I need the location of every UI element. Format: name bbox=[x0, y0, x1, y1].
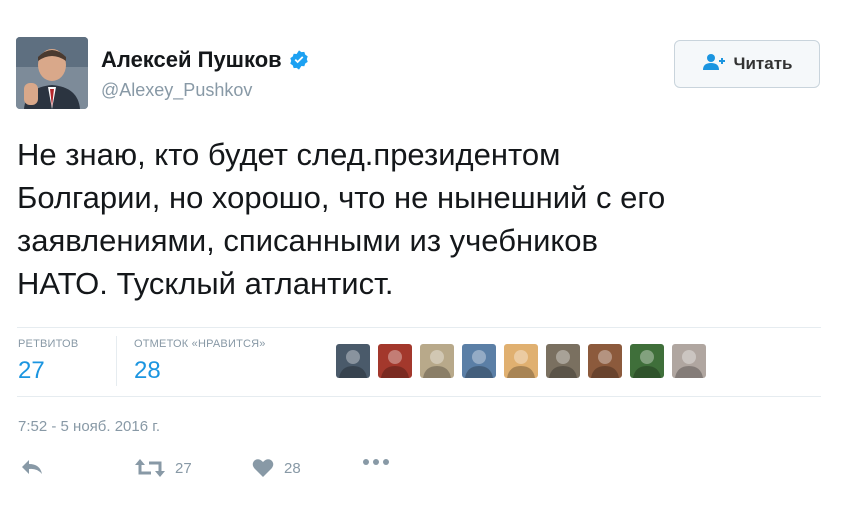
divider-top bbox=[17, 327, 821, 328]
liker-avatar-1[interactable] bbox=[336, 344, 370, 378]
follow-button-label: Читать bbox=[733, 54, 793, 73]
heart-icon bbox=[252, 458, 274, 478]
retweet-icon bbox=[135, 458, 165, 478]
like-action-count: 28 bbox=[284, 459, 301, 477]
liker-avatar-9[interactable] bbox=[672, 344, 706, 378]
liker-avatar-6[interactable] bbox=[546, 344, 580, 378]
divider-bottom bbox=[17, 396, 821, 397]
verified-badge-icon bbox=[288, 49, 310, 71]
more-action[interactable] bbox=[362, 458, 390, 466]
retweet-action-count: 27 bbox=[175, 459, 192, 477]
liker-avatar-5[interactable] bbox=[504, 344, 538, 378]
author-display-name[interactable]: Алексей Пушков bbox=[101, 47, 282, 73]
retweets-count[interactable]: 27 bbox=[18, 357, 45, 385]
retweet-action[interactable]: 27 bbox=[135, 458, 192, 478]
reply-icon bbox=[20, 458, 44, 476]
liker-avatar-2[interactable] bbox=[378, 344, 412, 378]
author-name-row[interactable]: Алексей Пушков bbox=[101, 47, 310, 73]
likes-label[interactable]: ОТМЕТОК «НРАВИТСЯ» bbox=[134, 338, 266, 350]
liker-avatar-8[interactable] bbox=[630, 344, 664, 378]
reply-action[interactable] bbox=[20, 458, 44, 476]
like-action[interactable]: 28 bbox=[252, 458, 301, 478]
author-avatar[interactable] bbox=[16, 37, 88, 109]
liker-avatar-3[interactable] bbox=[420, 344, 454, 378]
author-handle[interactable]: @Alexey_Pushkov bbox=[101, 80, 252, 101]
more-dots-icon bbox=[362, 458, 390, 466]
tweet-timestamp[interactable]: 7:52 - 5 нояб. 2016 г. bbox=[18, 418, 160, 435]
likes-count[interactable]: 28 bbox=[134, 357, 161, 385]
tweet-text: Не знаю, кто будет след.президентом Болг… bbox=[17, 137, 666, 301]
follow-user-icon bbox=[702, 53, 726, 76]
retweets-label[interactable]: РЕТВИТОВ bbox=[18, 338, 78, 350]
liker-avatar-7[interactable] bbox=[588, 344, 622, 378]
liker-avatar-4[interactable] bbox=[462, 344, 496, 378]
stats-separator bbox=[116, 336, 117, 386]
follow-button[interactable]: Читать bbox=[674, 40, 820, 88]
